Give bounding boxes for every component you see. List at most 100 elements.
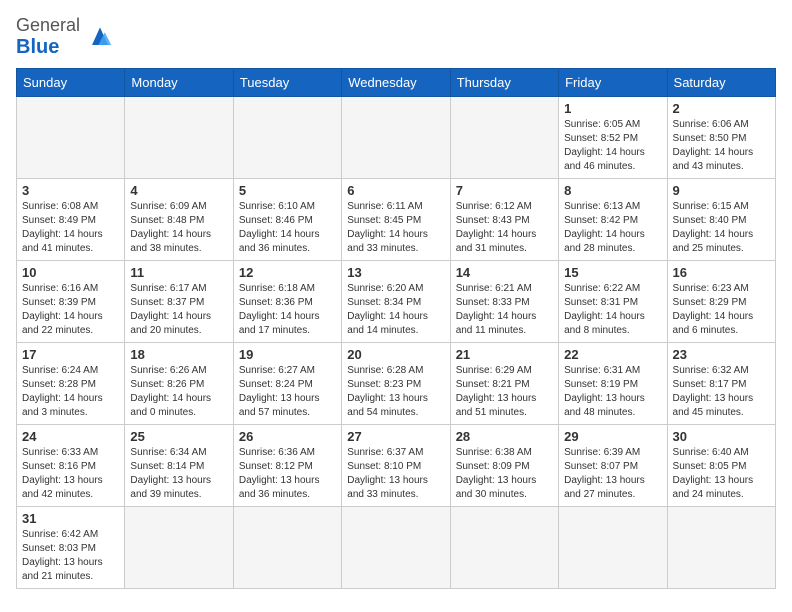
- calendar-cell: [125, 506, 233, 588]
- day-number: 20: [347, 347, 444, 362]
- day-number: 30: [673, 429, 770, 444]
- day-info: Sunrise: 6:33 AMSunset: 8:16 PMDaylight:…: [22, 446, 119, 502]
- day-number: 14: [456, 265, 553, 280]
- day-info: Sunrise: 6:32 AMSunset: 8:17 PMDaylight:…: [673, 364, 770, 420]
- calendar-cell: 31 Sunrise: 6:42 AMSunset: 8:03 PMDayligh…: [17, 506, 125, 588]
- calendar-cell: 10Sunrise: 6:16 AMSunset: 8:39 PMDayligh…: [17, 260, 125, 342]
- day-info: Sunrise: 6:12 AMSunset: 8:43 PMDaylight:…: [456, 200, 553, 256]
- day-number: 2: [673, 101, 770, 116]
- logo-text: General Blue: [16, 16, 80, 58]
- day-number: 24: [22, 429, 119, 444]
- calendar-cell: 2 Sunrise: 6:06 AMSunset: 8:50 PMDaylight…: [667, 96, 775, 178]
- calendar-cell: 8 Sunrise: 6:13 AMSunset: 8:42 PMDaylight…: [559, 178, 667, 260]
- day-info: Sunrise: 6:29 AMSunset: 8:21 PMDaylight:…: [456, 364, 553, 420]
- day-info: Sunrise: 6:13 AMSunset: 8:42 PMDaylight:…: [564, 200, 661, 256]
- calendar-cell: 30 Sunrise: 6:40 AMSunset: 8:05 PMDayligh…: [667, 424, 775, 506]
- day-number: 19: [239, 347, 336, 362]
- calendar-cell: 26 Sunrise: 6:36 AMSunset: 8:12 PMDayligh…: [233, 424, 341, 506]
- calendar-cell: [559, 506, 667, 588]
- day-number: 27: [347, 429, 444, 444]
- day-info: Sunrise: 6:34 AMSunset: 8:14 PMDaylight:…: [130, 446, 227, 502]
- calendar-cell: 15 Sunrise: 6:22 AMSunset: 8:31 PMDayligh…: [559, 260, 667, 342]
- logo-general: General: [16, 15, 80, 35]
- calendar-cell: 4Sunrise: 6:09 AMSunset: 8:48 PMDaylight…: [125, 178, 233, 260]
- day-number: 15: [564, 265, 661, 280]
- day-number: 7: [456, 183, 553, 198]
- weekday-header: Saturday: [667, 68, 775, 96]
- calendar-cell: 27 Sunrise: 6:37 AMSunset: 8:10 PMDayligh…: [342, 424, 450, 506]
- calendar-cell: 7 Sunrise: 6:12 AMSunset: 8:43 PMDaylight…: [450, 178, 558, 260]
- calendar-table: SundayMondayTuesdayWednesdayThursdayFrid…: [16, 68, 776, 589]
- page-header: General Blue: [16, 16, 776, 58]
- calendar-cell: [17, 96, 125, 178]
- weekday-header-row: SundayMondayTuesdayWednesdayThursdayFrid…: [17, 68, 776, 96]
- calendar-cell: 22 Sunrise: 6:31 AMSunset: 8:19 PMDayligh…: [559, 342, 667, 424]
- logo-icon: [84, 21, 116, 53]
- day-info: Sunrise: 6:40 AMSunset: 8:05 PMDaylight:…: [673, 446, 770, 502]
- calendar-cell: [233, 506, 341, 588]
- day-number: 22: [564, 347, 661, 362]
- calendar-cell: 24 Sunrise: 6:33 AMSunset: 8:16 PMDayligh…: [17, 424, 125, 506]
- calendar-cell: 14 Sunrise: 6:21 AMSunset: 8:33 PMDayligh…: [450, 260, 558, 342]
- day-number: 26: [239, 429, 336, 444]
- day-number: 23: [673, 347, 770, 362]
- day-number: 8: [564, 183, 661, 198]
- calendar-cell: 28Sunrise: 6:38 AMSunset: 8:09 PMDayligh…: [450, 424, 558, 506]
- day-info: Sunrise: 6:31 AMSunset: 8:19 PMDaylight:…: [564, 364, 661, 420]
- calendar-cell: 23 Sunrise: 6:32 AMSunset: 8:17 PMDayligh…: [667, 342, 775, 424]
- calendar-cell: 13 Sunrise: 6:20 AMSunset: 8:34 PMDayligh…: [342, 260, 450, 342]
- day-number: 5: [239, 183, 336, 198]
- weekday-header: Monday: [125, 68, 233, 96]
- day-info: Sunrise: 6:08 AMSunset: 8:49 PMDaylight:…: [22, 200, 119, 256]
- calendar-cell: 1Sunrise: 6:05 AMSunset: 8:52 PMDaylight…: [559, 96, 667, 178]
- weekday-header: Thursday: [450, 68, 558, 96]
- day-number: 3: [22, 183, 119, 198]
- day-info: Sunrise: 6:42 AMSunset: 8:03 PMDaylight:…: [22, 528, 119, 584]
- day-info: Sunrise: 6:27 AMSunset: 8:24 PMDaylight:…: [239, 364, 336, 420]
- week-row: 31 Sunrise: 6:42 AMSunset: 8:03 PMDayligh…: [17, 506, 776, 588]
- day-info: Sunrise: 6:06 AMSunset: 8:50 PMDaylight:…: [673, 118, 770, 174]
- weekday-header: Sunday: [17, 68, 125, 96]
- day-info: Sunrise: 6:09 AMSunset: 8:48 PMDaylight:…: [130, 200, 227, 256]
- day-info: Sunrise: 6:17 AMSunset: 8:37 PMDaylight:…: [130, 282, 227, 338]
- calendar-cell: 9 Sunrise: 6:15 AMSunset: 8:40 PMDaylight…: [667, 178, 775, 260]
- week-row: 24 Sunrise: 6:33 AMSunset: 8:16 PMDayligh…: [17, 424, 776, 506]
- day-info: Sunrise: 6:15 AMSunset: 8:40 PMDaylight:…: [673, 200, 770, 256]
- day-number: 25: [130, 429, 227, 444]
- calendar-cell: 21 Sunrise: 6:29 AMSunset: 8:21 PMDayligh…: [450, 342, 558, 424]
- day-info: Sunrise: 6:11 AMSunset: 8:45 PMDaylight:…: [347, 200, 444, 256]
- day-number: 21: [456, 347, 553, 362]
- calendar-cell: 3 Sunrise: 6:08 AMSunset: 8:49 PMDaylight…: [17, 178, 125, 260]
- calendar-cell: [125, 96, 233, 178]
- calendar-cell: 16 Sunrise: 6:23 AMSunset: 8:29 PMDayligh…: [667, 260, 775, 342]
- day-info: Sunrise: 6:37 AMSunset: 8:10 PMDaylight:…: [347, 446, 444, 502]
- calendar-cell: [342, 506, 450, 588]
- day-number: 31: [22, 511, 119, 526]
- calendar-cell: 12Sunrise: 6:18 AMSunset: 8:36 PMDayligh…: [233, 260, 341, 342]
- day-info: Sunrise: 6:10 AMSunset: 8:46 PMDaylight:…: [239, 200, 336, 256]
- calendar-cell: 19 Sunrise: 6:27 AMSunset: 8:24 PMDayligh…: [233, 342, 341, 424]
- day-number: 13: [347, 265, 444, 280]
- week-row: 3 Sunrise: 6:08 AMSunset: 8:49 PMDaylight…: [17, 178, 776, 260]
- calendar-cell: 6Sunrise: 6:11 AMSunset: 8:45 PMDaylight…: [342, 178, 450, 260]
- day-info: Sunrise: 6:20 AMSunset: 8:34 PMDaylight:…: [347, 282, 444, 338]
- day-number: 16: [673, 265, 770, 280]
- day-info: Sunrise: 6:21 AMSunset: 8:33 PMDaylight:…: [456, 282, 553, 338]
- day-number: 9: [673, 183, 770, 198]
- calendar-cell: 29 Sunrise: 6:39 AMSunset: 8:07 PMDayligh…: [559, 424, 667, 506]
- day-info: Sunrise: 6:23 AMSunset: 8:29 PMDaylight:…: [673, 282, 770, 338]
- day-info: Sunrise: 6:16 AMSunset: 8:39 PMDaylight:…: [22, 282, 119, 338]
- week-row: 17Sunrise: 6:24 AMSunset: 8:28 PMDayligh…: [17, 342, 776, 424]
- weekday-header: Tuesday: [233, 68, 341, 96]
- calendar-page: General Blue SundayMondayTuesdayWednesda…: [0, 0, 792, 599]
- calendar-cell: [342, 96, 450, 178]
- day-number: 29: [564, 429, 661, 444]
- week-row: 10Sunrise: 6:16 AMSunset: 8:39 PMDayligh…: [17, 260, 776, 342]
- day-info: Sunrise: 6:38 AMSunset: 8:09 PMDaylight:…: [456, 446, 553, 502]
- weekday-header: Wednesday: [342, 68, 450, 96]
- day-info: Sunrise: 6:36 AMSunset: 8:12 PMDaylight:…: [239, 446, 336, 502]
- day-info: Sunrise: 6:22 AMSunset: 8:31 PMDaylight:…: [564, 282, 661, 338]
- day-number: 1: [564, 101, 661, 116]
- calendar-cell: 20Sunrise: 6:28 AMSunset: 8:23 PMDayligh…: [342, 342, 450, 424]
- day-info: Sunrise: 6:39 AMSunset: 8:07 PMDaylight:…: [564, 446, 661, 502]
